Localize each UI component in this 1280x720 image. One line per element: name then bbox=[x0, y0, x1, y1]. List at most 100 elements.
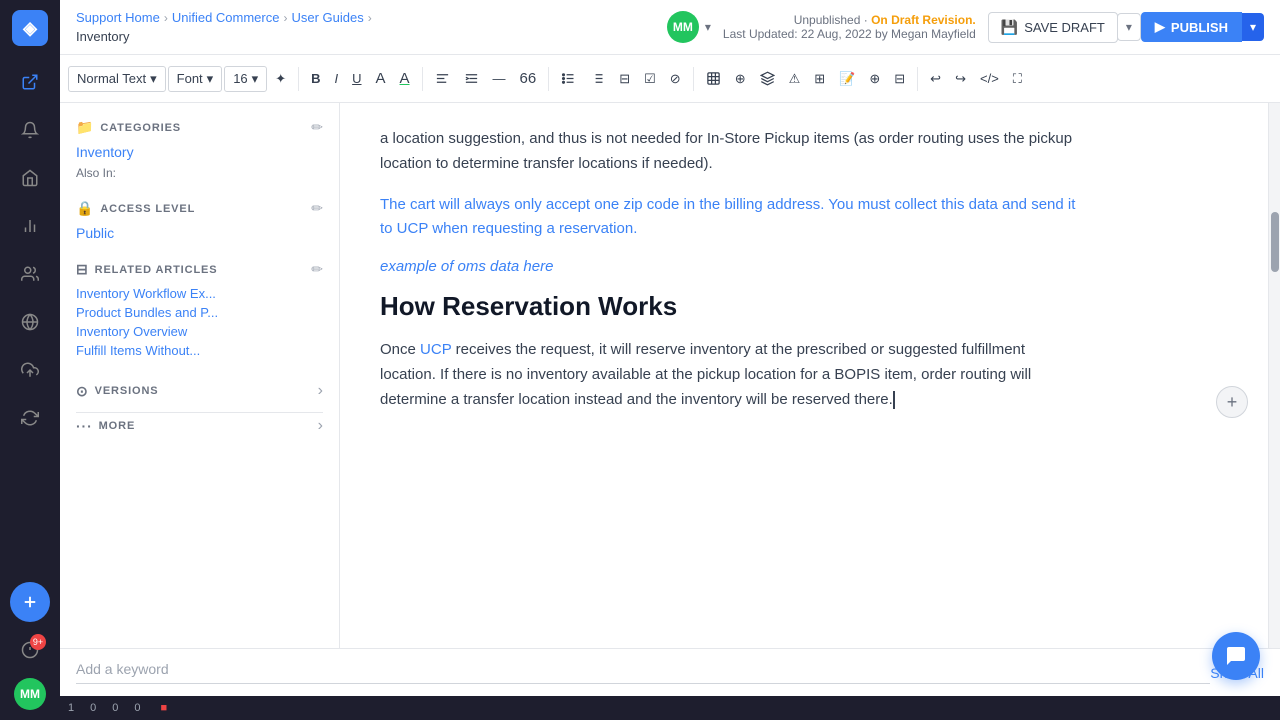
nav-item-cloud[interactable] bbox=[10, 350, 50, 390]
related-article-3[interactable]: Inventory Overview bbox=[76, 324, 323, 339]
toolbar-redo[interactable]: ↪ bbox=[949, 67, 972, 91]
sidebar-related-title: ⊟ RELATED ARTICLES bbox=[76, 261, 217, 278]
toolbar-insert-table[interactable]: ⊕ bbox=[729, 67, 752, 91]
editor-area[interactable]: a location suggestion, and thus is not n… bbox=[340, 103, 1268, 648]
sidebar-versions-title: ⊙ VERSIONS bbox=[76, 383, 159, 400]
nav-badge-count: 9+ bbox=[30, 634, 46, 650]
toolbar-clear-format[interactable]: ⊘ bbox=[664, 67, 687, 91]
publish-label: PUBLISH bbox=[1171, 20, 1228, 35]
keyword-input[interactable] bbox=[76, 661, 257, 677]
nav-item-users[interactable] bbox=[10, 254, 50, 294]
related-article-1[interactable]: Inventory Workflow Ex... bbox=[76, 286, 323, 301]
nav-item-globe[interactable] bbox=[10, 302, 50, 342]
toolbar-underline[interactable]: U bbox=[346, 67, 367, 90]
related-article-4[interactable]: Fulfill Items Without... bbox=[76, 343, 323, 358]
keyword-bar: Show All bbox=[60, 648, 1280, 696]
nav-bottom: 9+ MM bbox=[10, 582, 50, 710]
toolbar-indent[interactable] bbox=[458, 67, 485, 90]
toolbar-highlight[interactable]: A bbox=[394, 66, 416, 91]
breadcrumb-unified-commerce[interactable]: Unified Commerce bbox=[172, 10, 280, 25]
nav-item-home[interactable] bbox=[10, 158, 50, 198]
sidebar-more-title: ··· MORE bbox=[76, 418, 135, 434]
nav-item-refresh[interactable] bbox=[10, 398, 50, 438]
access-edit-icon[interactable]: ✏ bbox=[311, 200, 323, 217]
related-edit-icon[interactable]: ✏ bbox=[311, 261, 323, 278]
breadcrumb-sep1: › bbox=[164, 11, 168, 25]
nav-avatar[interactable]: MM bbox=[14, 678, 46, 710]
toolbar-table[interactable] bbox=[700, 67, 727, 90]
editor-paragraph-2: The cart will always only accept one zip… bbox=[380, 193, 1080, 243]
para3-text-1: Once bbox=[380, 341, 420, 358]
toolbar-fullscreen[interactable]: ⛶ bbox=[1007, 67, 1028, 91]
toolbar-color[interactable]: A bbox=[370, 66, 392, 91]
toolbar-undo[interactable]: ↩ bbox=[924, 67, 947, 91]
toolbar-note[interactable]: 📝 bbox=[833, 67, 861, 91]
add-block-button[interactable]: + bbox=[1216, 386, 1248, 418]
sidebar-access-section: 🔒 ACCESS LEVEL ✏ Public bbox=[76, 200, 323, 241]
status-unpublished: Unpublished · bbox=[794, 13, 871, 27]
categories-edit-icon[interactable]: ✏ bbox=[311, 119, 323, 136]
toolbar-checklist[interactable]: ☑ bbox=[638, 67, 662, 91]
nav-logo[interactable]: ◈ bbox=[12, 10, 48, 46]
related-icon: ⊟ bbox=[76, 261, 89, 278]
publish-button[interactable]: ▶ PUBLISH bbox=[1141, 12, 1242, 42]
toolbar-list-ul[interactable] bbox=[555, 67, 582, 90]
nav-item-link[interactable] bbox=[10, 62, 50, 102]
sidebar-categories-link[interactable]: Inventory bbox=[76, 144, 323, 160]
publish-icon: ▶ bbox=[1155, 19, 1165, 35]
user-avatar-btn[interactable]: MM bbox=[667, 11, 699, 43]
toolbar-table2[interactable]: ⊟ bbox=[888, 67, 911, 91]
main-container: Support Home › Unified Commerce › User G… bbox=[60, 0, 1280, 720]
toolbar-font-size[interactable]: 16 ▾ bbox=[224, 66, 267, 92]
user-chevron-icon[interactable]: ▾ bbox=[705, 20, 711, 34]
versions-icon: ⊙ bbox=[76, 383, 89, 400]
breadcrumb-user-guides[interactable]: User Guides bbox=[291, 10, 363, 25]
breadcrumb-support-home[interactable]: Support Home bbox=[76, 10, 160, 25]
save-draft-chevron-button[interactable]: ▾ bbox=[1117, 13, 1141, 41]
chat-button[interactable] bbox=[1212, 632, 1260, 680]
toolbar-divider-4 bbox=[693, 67, 694, 91]
nav-item-chart[interactable] bbox=[10, 206, 50, 246]
access-icon: 🔒 bbox=[76, 200, 94, 217]
toolbar-text-style[interactable]: Normal Text ▾ bbox=[68, 66, 166, 92]
ucp-link[interactable]: UCP bbox=[420, 341, 451, 358]
toolbar-divider-2 bbox=[422, 67, 423, 91]
save-draft-button[interactable]: 💾 SAVE DRAFT bbox=[988, 12, 1118, 43]
toolbar-warning[interactable]: ⚠ bbox=[783, 67, 807, 91]
analytics-item-2: 0 bbox=[90, 702, 96, 714]
nav-item-add[interactable] bbox=[10, 582, 50, 622]
toolbar-list-ol[interactable] bbox=[584, 67, 611, 90]
toolbar-merge[interactable]: ⊞ bbox=[808, 67, 831, 91]
toolbar-double-quote[interactable]: 66 bbox=[514, 66, 543, 91]
toolbar-font[interactable]: Font ▾ bbox=[168, 66, 223, 92]
breadcrumb-sep3: › bbox=[368, 11, 372, 25]
toolbar-dash[interactable]: — bbox=[487, 67, 512, 90]
sidebar-more[interactable]: ··· MORE › bbox=[76, 412, 323, 439]
font-size-label: 16 bbox=[233, 71, 247, 86]
toolbar-expand[interactable]: ⊕ bbox=[863, 67, 886, 91]
user-section: MM ▾ bbox=[667, 11, 711, 43]
related-article-2[interactable]: Product Bundles and P... bbox=[76, 305, 323, 320]
analytics-value-3: 0 bbox=[112, 702, 118, 714]
save-draft-label: SAVE DRAFT bbox=[1024, 20, 1105, 35]
right-scrollbar[interactable] bbox=[1268, 103, 1280, 648]
toolbar-code[interactable]: </> bbox=[974, 67, 1005, 90]
toolbar-layers[interactable] bbox=[754, 67, 781, 90]
editor-italic-link[interactable]: example of oms data here bbox=[380, 258, 1080, 275]
nav-item-badge[interactable]: 9+ bbox=[10, 630, 50, 670]
toolbar-align-left[interactable] bbox=[429, 67, 456, 90]
sidebar-versions[interactable]: ⊙ VERSIONS › bbox=[76, 378, 323, 404]
nav-item-bell[interactable] bbox=[10, 110, 50, 150]
font-size-chevron: ▾ bbox=[252, 71, 259, 87]
toolbar-outdent[interactable]: ⊟ bbox=[613, 67, 636, 91]
sidebar-access-value: Public bbox=[76, 225, 323, 241]
toolbar-bold[interactable]: B bbox=[305, 67, 326, 90]
toolbar-italic[interactable]: I bbox=[329, 67, 345, 90]
breadcrumb-current: Inventory bbox=[76, 29, 129, 44]
publish-chevron-button[interactable]: ▾ bbox=[1242, 13, 1264, 41]
sidebar-categories-header: 📁 CATEGORIES ✏ bbox=[76, 119, 323, 136]
status-section: Unpublished · On Draft Revision. Last Up… bbox=[723, 13, 976, 41]
editor-heading: How Reservation Works bbox=[380, 291, 1080, 322]
toolbar-sparkle[interactable]: ✦ bbox=[269, 67, 292, 91]
toolbar: Normal Text ▾ Font ▾ 16 ▾ ✦ B I U A A — … bbox=[60, 55, 1280, 103]
